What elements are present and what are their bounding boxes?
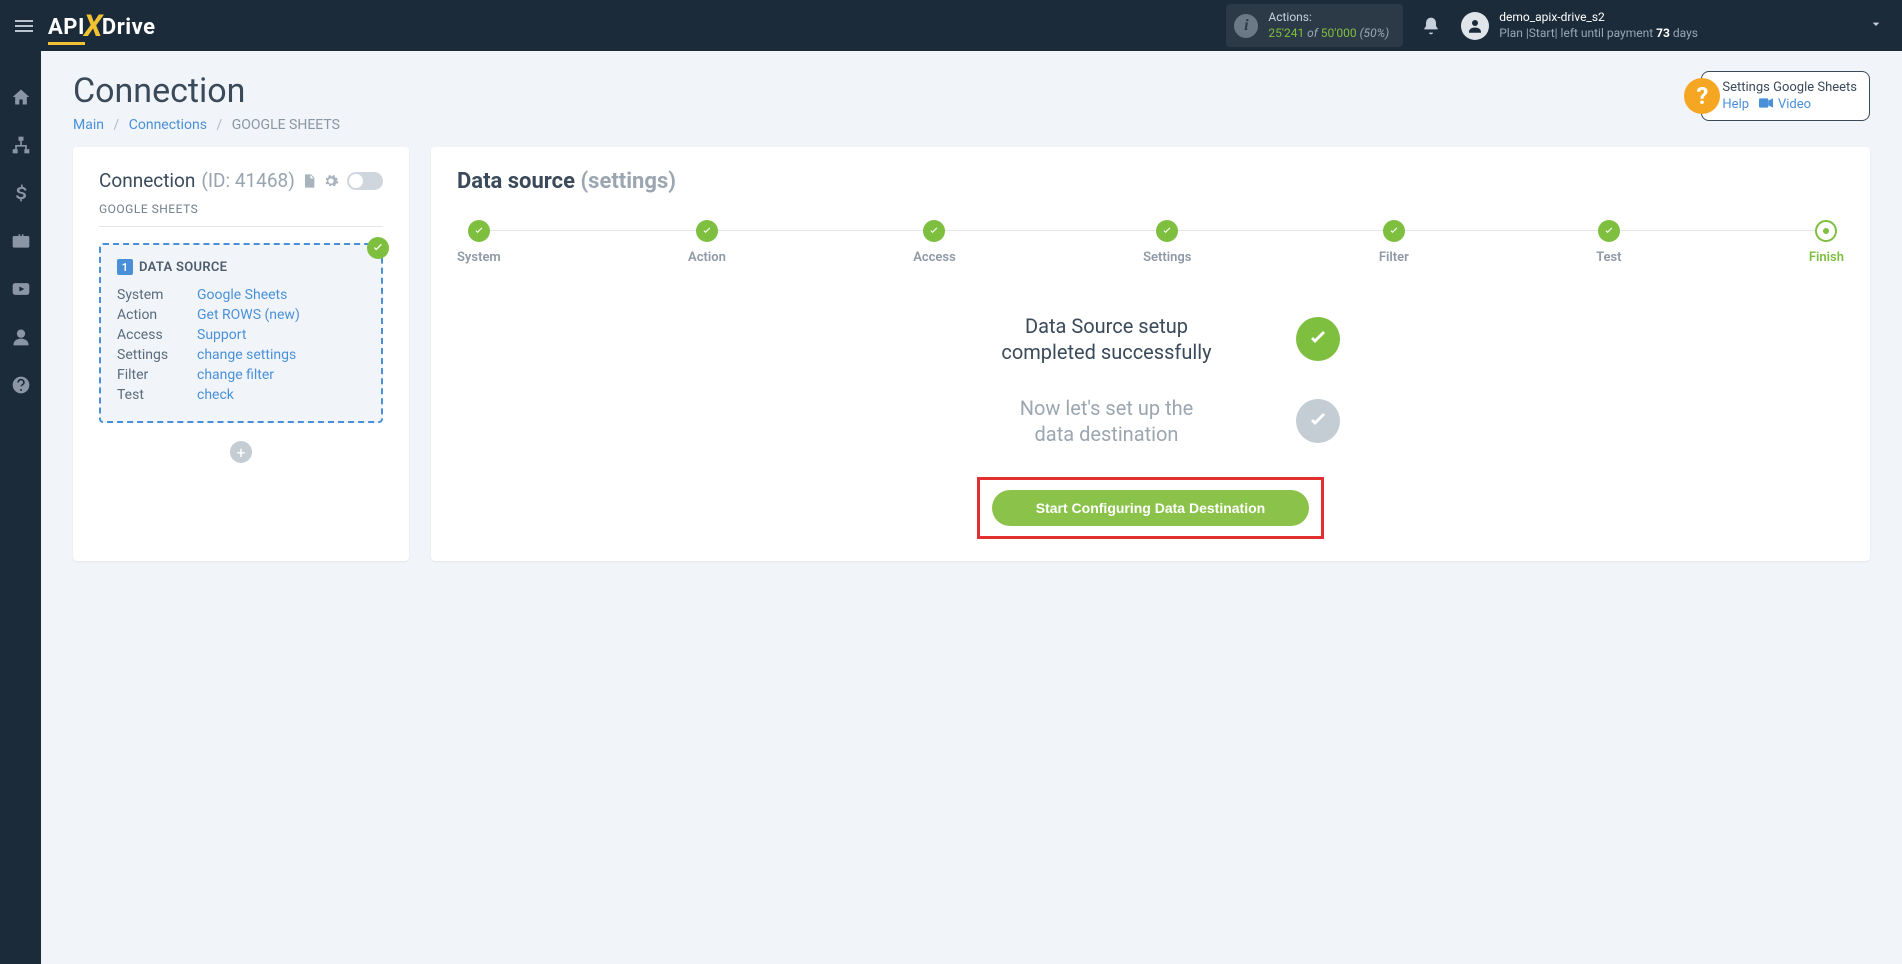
status-next: Now let's set up the data destination	[831, 395, 1471, 447]
check-circle-muted-icon	[1296, 399, 1340, 443]
step-access[interactable]: Access	[913, 220, 956, 265]
stepper: System Action Access Settings Filter Tes…	[457, 220, 1844, 265]
step-number-badge: 1	[117, 259, 133, 275]
data-source-panel: Data source (settings) System Action Acc…	[431, 147, 1870, 561]
connection-title: Connection	[99, 169, 195, 192]
breadcrumb-main[interactable]: Main	[73, 117, 104, 133]
data-source-heading: DATA SOURCE	[139, 260, 227, 275]
ds-settings-link[interactable]: change settings	[197, 347, 296, 363]
panel-title-sub: (settings)	[575, 169, 676, 194]
gear-icon[interactable]	[323, 173, 339, 189]
step-system[interactable]: System	[457, 220, 501, 265]
sidebar-help-icon[interactable]	[11, 375, 31, 395]
ds-access-link[interactable]: Support	[197, 327, 246, 343]
user-menu[interactable]: demo_apix-drive_s2 Plan |Start| left unt…	[1461, 10, 1890, 41]
breadcrumb-current: GOOGLE SHEETS	[232, 117, 340, 133]
sidebar-briefcase-icon[interactable]	[11, 231, 31, 251]
step-filter[interactable]: Filter	[1379, 220, 1409, 265]
ds-row-system: SystemGoogle Sheets	[117, 287, 365, 303]
question-icon: ?	[1684, 78, 1720, 114]
ds-row-action: ActionGet ROWS (new)	[117, 307, 365, 323]
breadcrumb: Main / Connections / GOOGLE SHEETS	[73, 117, 340, 133]
breadcrumb-connections[interactable]: Connections	[129, 117, 207, 133]
help-widget: ? Settings Google Sheets Help Video	[1701, 71, 1870, 121]
sidebar-youtube-icon[interactable]	[11, 279, 31, 299]
user-plan-prefix: Plan |Start| left until payment	[1499, 26, 1656, 40]
ds-row-access: AccessSupport	[117, 327, 365, 343]
ds-row-settings: Settingschange settings	[117, 347, 365, 363]
connection-subtitle: GOOGLE SHEETS	[99, 202, 383, 227]
status-complete: Data Source setup completed successfully	[831, 313, 1471, 365]
logo-drive: Drive	[102, 15, 156, 40]
ds-test-link[interactable]: check	[197, 387, 234, 403]
sidebar-home-icon[interactable]	[11, 87, 31, 107]
connection-card: Connection (ID: 41468) GOOGLE SHEETS 1 D…	[73, 147, 409, 561]
step-finish[interactable]: Finish	[1809, 220, 1844, 265]
start-configuring-button[interactable]: Start Configuring Data Destination	[992, 490, 1309, 526]
chevron-down-icon	[1868, 16, 1884, 36]
ds-action-link[interactable]: Get ROWS (new)	[197, 307, 300, 323]
content-area: Connection Main / Connections / GOOGLE S…	[41, 51, 1902, 964]
step-action[interactable]: Action	[688, 220, 726, 265]
user-days-sfx: days	[1670, 26, 1698, 40]
cta-highlight: Start Configuring Data Destination	[977, 477, 1324, 539]
notifications-icon[interactable]	[1421, 16, 1441, 36]
info-icon: i	[1234, 14, 1258, 38]
sidebar	[0, 51, 41, 964]
sidebar-dollar-icon[interactable]	[11, 183, 31, 203]
actions-label: Actions:	[1268, 10, 1389, 26]
document-icon[interactable]	[301, 173, 317, 189]
actions-pct: (50%)	[1357, 26, 1390, 40]
topbar: API X Drive i Actions: 25'241 of 50'000 …	[0, 0, 1902, 51]
user-name: demo_apix-drive_s2	[1499, 10, 1698, 26]
ds-filter-link[interactable]: change filter	[197, 367, 274, 383]
help-title: Settings Google Sheets	[1722, 80, 1857, 95]
user-days: 73	[1656, 26, 1670, 40]
check-icon	[367, 237, 389, 259]
actions-max: 50'000	[1321, 26, 1357, 40]
ds-row-test: Testcheck	[117, 387, 365, 403]
connection-id: (ID: 41468)	[201, 169, 294, 192]
help-link[interactable]: Help	[1722, 97, 1749, 112]
ds-system-link[interactable]: Google Sheets	[197, 287, 287, 303]
sidebar-sitemap-icon[interactable]	[11, 135, 31, 155]
step-settings[interactable]: Settings	[1143, 220, 1191, 265]
logo-api: API	[48, 15, 85, 45]
step-test[interactable]: Test	[1596, 220, 1621, 265]
menu-toggle-icon[interactable]	[12, 14, 36, 38]
video-icon	[1759, 98, 1775, 108]
actions-count: 25'241	[1268, 26, 1304, 40]
actions-of: of	[1304, 26, 1321, 40]
page-title: Connection	[73, 71, 340, 111]
connection-toggle[interactable]	[347, 172, 383, 190]
logo[interactable]: API X Drive	[48, 7, 155, 45]
avatar-icon	[1461, 12, 1489, 40]
video-link[interactable]: Video	[1778, 97, 1811, 112]
logo-x: X	[84, 9, 103, 44]
add-destination-button[interactable]: +	[230, 441, 252, 463]
sidebar-user-icon[interactable]	[11, 327, 31, 347]
panel-title: Data source	[457, 169, 575, 194]
actions-box[interactable]: i Actions: 25'241 of 50'000 (50%)	[1226, 4, 1403, 47]
ds-row-filter: Filterchange filter	[117, 367, 365, 383]
check-circle-icon	[1296, 317, 1340, 361]
data-source-box: 1 DATA SOURCE SystemGoogle Sheets Action…	[99, 243, 383, 423]
